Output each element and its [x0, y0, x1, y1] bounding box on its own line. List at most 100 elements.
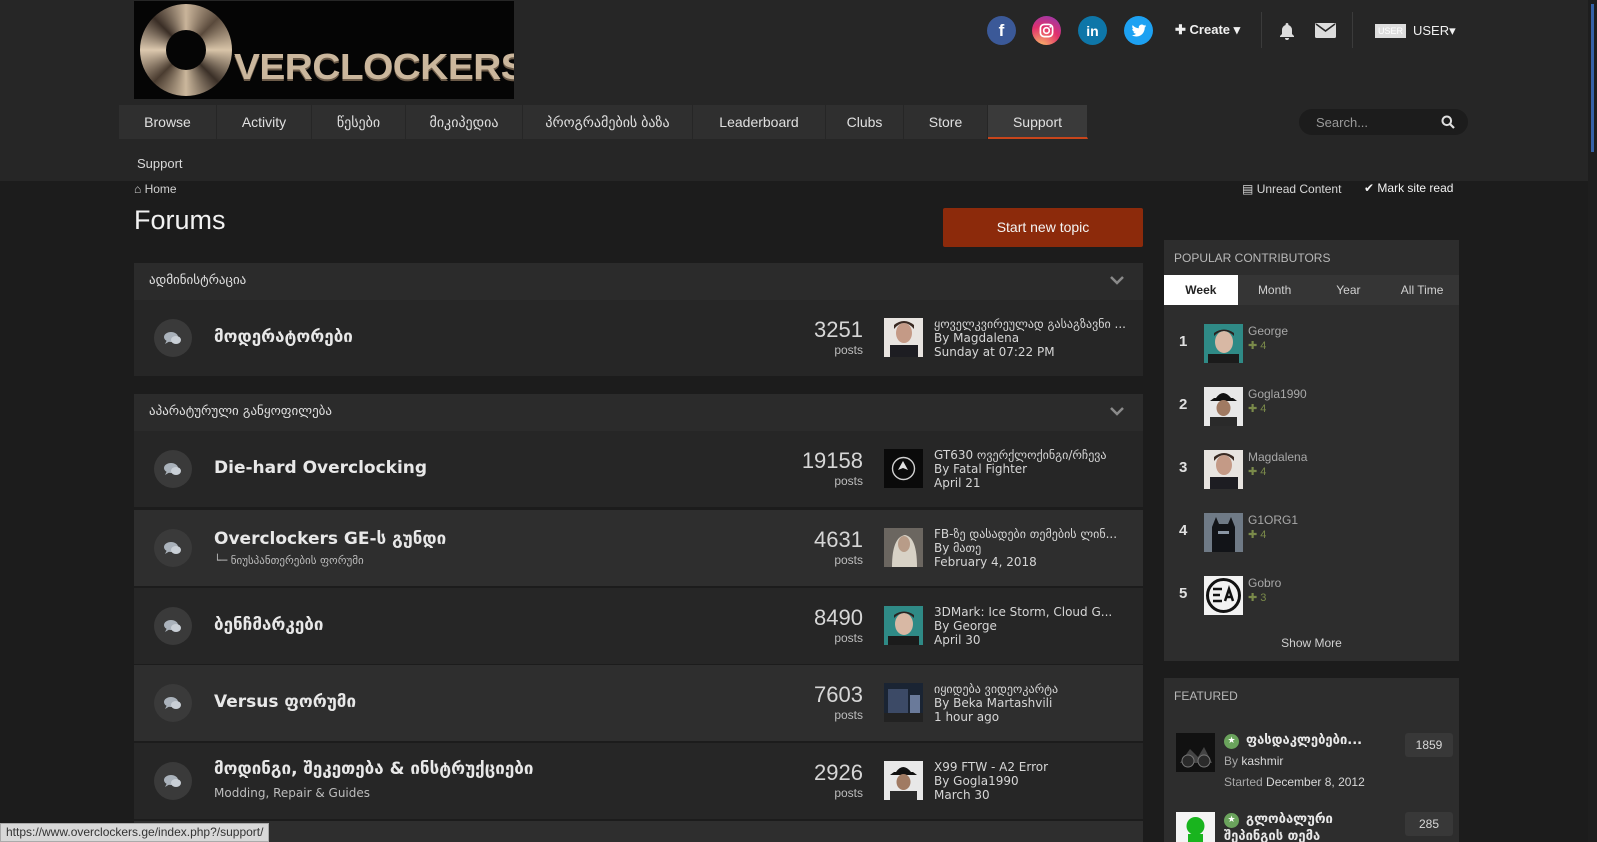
- tab-all-time[interactable]: All Time: [1385, 275, 1459, 305]
- forum-title[interactable]: Overclockers GE-ს გუნდი: [214, 529, 446, 549]
- avatar[interactable]: [1204, 576, 1243, 615]
- forum-row[interactable]: ბენჩმარკები 8490 posts 3DMark: Ice Storm…: [134, 588, 1143, 664]
- instagram-icon[interactable]: [1032, 16, 1061, 45]
- last-post-author[interactable]: By George: [934, 619, 1134, 633]
- reputation-value: 4: [1260, 340, 1267, 352]
- unread-content-link[interactable]: ▤ Unread Content: [1242, 182, 1341, 196]
- avatar[interactable]: [1204, 387, 1243, 426]
- last-post-author[interactable]: By Fatal Fighter: [934, 462, 1134, 476]
- tab-month[interactable]: Month: [1238, 275, 1312, 305]
- popular-contributors-widget: POPULAR CONTRIBUTORS Week Month Year All…: [1164, 240, 1459, 661]
- forum-row[interactable]: [134, 821, 1143, 842]
- nav-software-base[interactable]: პროგრამების ბაზა: [523, 105, 693, 139]
- search-input[interactable]: Search...: [1316, 115, 1368, 130]
- contributor-name[interactable]: Gobro: [1248, 576, 1281, 590]
- forum-comments-icon: [154, 762, 192, 800]
- scrollbar-thumb[interactable]: [1591, 4, 1594, 152]
- by-label: By: [1224, 754, 1239, 768]
- avatar[interactable]: [884, 318, 923, 357]
- subnav-support[interactable]: Support: [137, 156, 183, 171]
- site-logo[interactable]: VERCLOCKERS: [134, 1, 514, 99]
- nav-activity[interactable]: Activity: [217, 105, 312, 139]
- forum-title[interactable]: Die-hard Overclocking: [214, 458, 427, 478]
- forum-row[interactable]: Versus ფორუმი 7603 posts იყიდება ვიდეოკა…: [134, 665, 1143, 741]
- user-menu[interactable]: USER▾: [1413, 23, 1456, 39]
- forum-row[interactable]: Die-hard Overclocking 19158 posts GT630 …: [134, 431, 1143, 507]
- twitter-icon[interactable]: [1124, 16, 1153, 45]
- featured-topic[interactable]: ★ ფასდაკლებები... By kashmir Started Dec…: [1164, 733, 1459, 803]
- last-post-topic[interactable]: ყოველკვირეულად გასაგზავნი ...: [934, 317, 1134, 331]
- create-label: Create: [1189, 22, 1230, 37]
- create-menu[interactable]: ✚ Create ▾: [1175, 22, 1240, 38]
- category-header[interactable]: ადმინისტრაცია: [134, 263, 1143, 300]
- last-post-author[interactable]: By Gogla1990: [934, 774, 1134, 788]
- featured-topic-title[interactable]: ფასდაკლებები...: [1246, 733, 1362, 748]
- nav-rules[interactable]: წესები: [312, 105, 406, 139]
- envelope-icon[interactable]: [1315, 23, 1336, 38]
- featured-topic[interactable]: ★ გლობალური შეპინგის თემა 285: [1164, 812, 1459, 842]
- avatar[interactable]: [1204, 513, 1243, 552]
- caret-down-icon: ▾: [1449, 23, 1456, 38]
- contributor-name[interactable]: G1ORG1: [1248, 513, 1298, 527]
- last-post-topic[interactable]: FB-ზე დასადები თემების ლინ...: [934, 527, 1134, 541]
- last-post-author[interactable]: By მათე: [934, 541, 1134, 555]
- contributor-name[interactable]: Gogla1990: [1248, 387, 1307, 401]
- category-header[interactable]: აპარატურული განყოფილება: [134, 394, 1143, 431]
- forum-title[interactable]: მოდინგი, შეკეთება & ინსტრუქციები: [214, 759, 533, 779]
- tab-week[interactable]: Week: [1164, 275, 1238, 305]
- avatar[interactable]: [1176, 733, 1215, 772]
- avatar[interactable]: [1204, 450, 1243, 489]
- avatar[interactable]: [1204, 324, 1243, 363]
- posts-label: posts: [834, 786, 863, 800]
- featured-topic-title[interactable]: გლობალური: [1246, 812, 1333, 827]
- tab-year[interactable]: Year: [1312, 275, 1386, 305]
- forum-title[interactable]: ბენჩმარკები: [214, 615, 323, 635]
- show-more-link[interactable]: Show More: [1164, 636, 1459, 650]
- forum-row[interactable]: Overclockers GE-ს გუნდი └─ ნიუსპანთერები…: [134, 510, 1143, 586]
- avatar[interactable]: [884, 683, 923, 722]
- last-post-author[interactable]: By Beka Martashvili: [934, 696, 1134, 710]
- period-tabs: Week Month Year All Time: [1164, 275, 1459, 305]
- search-icon[interactable]: [1441, 115, 1455, 129]
- avatar[interactable]: [884, 761, 923, 800]
- chevron-down-icon[interactable]: [1109, 275, 1125, 287]
- facebook-icon[interactable]: f: [987, 16, 1016, 45]
- category-title: ადმინისტრაცია: [149, 273, 247, 288]
- avatar[interactable]: [884, 449, 923, 488]
- last-post-topic[interactable]: 3DMark: Ice Storm, Cloud G...: [934, 605, 1134, 619]
- start-new-topic-button[interactable]: Start new topic: [943, 208, 1143, 247]
- page-scrollbar[interactable]: [1588, 0, 1597, 842]
- nav-support[interactable]: Support: [988, 105, 1088, 139]
- bell-icon[interactable]: [1278, 22, 1296, 40]
- last-post-topic[interactable]: GT630 ოვერქლოქინგი/რჩევა: [934, 448, 1134, 462]
- nav-store[interactable]: Store: [904, 105, 988, 139]
- author-name[interactable]: kashmir: [1241, 754, 1283, 768]
- nav-mikipedia[interactable]: მიკიპედია: [406, 105, 523, 139]
- nav-clubs[interactable]: Clubs: [826, 105, 904, 139]
- breadcrumb[interactable]: ⌂ Home: [134, 182, 177, 196]
- user-avatar[interactable]: USER: [1375, 24, 1406, 38]
- featured-author: By kashmir: [1224, 754, 1283, 768]
- forum-title[interactable]: Versus ფორუმი: [214, 692, 356, 712]
- mark-site-read-link[interactable]: ✔ Mark site read: [1364, 181, 1453, 195]
- avatar[interactable]: [1176, 812, 1215, 842]
- avatar[interactable]: [884, 606, 923, 645]
- forum-row[interactable]: მოდინგი, შეკეთება & ინსტრუქციები Modding…: [134, 743, 1143, 819]
- forum-title[interactable]: მოდერატორები: [214, 327, 353, 347]
- nav-browse[interactable]: Browse: [119, 105, 217, 139]
- subforum-link[interactable]: └─ ნიუსპანთერების ფორუმი: [214, 554, 364, 567]
- nav-leaderboard[interactable]: Leaderboard: [693, 105, 826, 139]
- search-box[interactable]: Search...: [1299, 109, 1468, 135]
- reputation: ✚ 4: [1248, 402, 1266, 415]
- forum-row[interactable]: მოდერატორები 3251 posts ყოველკვირეულად გ…: [134, 300, 1143, 376]
- avatar[interactable]: [884, 528, 923, 567]
- last-post-topic[interactable]: იყიდება ვიდეოკარტა: [934, 682, 1134, 696]
- chevron-down-icon[interactable]: [1109, 406, 1125, 418]
- linkedin-icon[interactable]: in: [1078, 16, 1107, 45]
- status-bar-url: https://www.overclockers.ge/index.php?/s…: [0, 823, 270, 842]
- contributor-name[interactable]: Magdalena: [1248, 450, 1307, 464]
- contributor-name[interactable]: George: [1248, 324, 1288, 338]
- last-post-topic[interactable]: X99 FTW - A2 Error: [934, 760, 1134, 774]
- last-post-author[interactable]: By Magdalena: [934, 331, 1134, 345]
- featured-topic-title-line2[interactable]: შეპინგის თემა: [1224, 829, 1320, 842]
